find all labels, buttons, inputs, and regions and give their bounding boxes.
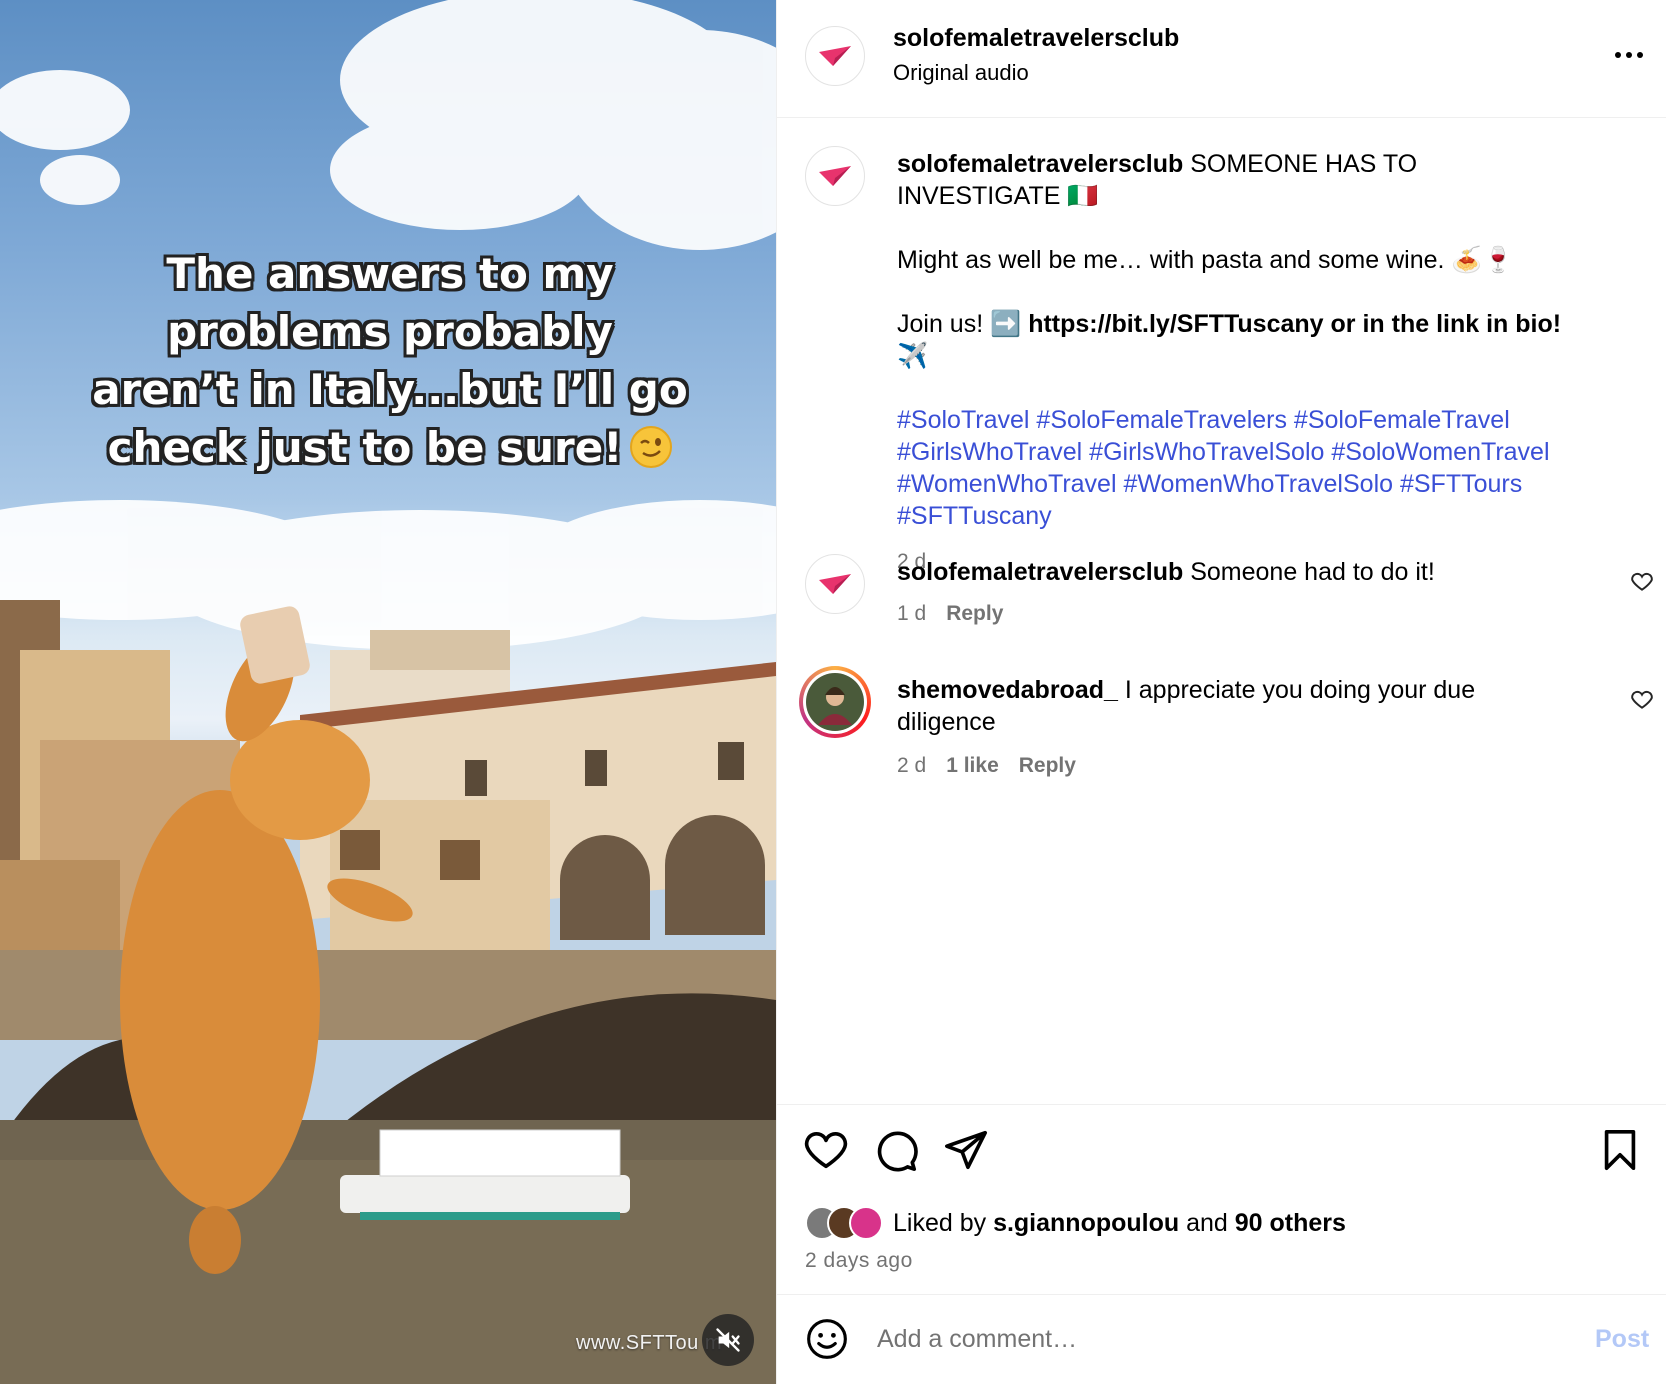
comment-meta: 1 d Reply [897,602,1003,626]
liked-by-text: Liked by s.giannopoulou and 90 others [893,1208,1346,1237]
emoji-icon[interactable] [805,1317,849,1361]
video-watermark: www.SFTTou m [576,1332,723,1354]
author-username[interactable]: solofemaletravelersclub [893,24,1179,53]
paper-plane-logo-icon [819,574,851,594]
more-dots-icon [1615,52,1643,58]
caption-username[interactable]: solofemaletravelersclub [897,150,1183,178]
overlay-line: aren’t in Italy...but I’ll go [92,365,688,414]
overlay-line: check just to be sure! [90,419,690,477]
author-avatar[interactable] [805,26,865,86]
heart-icon[interactable] [803,1127,849,1173]
like-comment-heart-icon[interactable] [1629,686,1655,712]
liked-by-row: Liked by s.giannopoulou and 90 others [805,1205,1346,1241]
comment-username[interactable]: shemovedabroad_ [897,676,1118,704]
add-comment-bar: Post [777,1294,1666,1384]
reply-button[interactable]: Reply [1019,754,1076,777]
paper-plane-logo-icon [819,166,851,186]
reel-overlay-caption: The answers to my problems probably aren… [90,245,690,477]
caption-line: Join us! ➡️ https://bit.ly/SFTTuscany or… [897,310,1562,370]
comment-meta: 2 d 1 like Reply [897,754,1076,778]
speaker-muted-icon [716,1328,740,1352]
caption-link[interactable]: https://bit.ly/SFTTuscany or in the link… [1028,310,1561,338]
caption-line: Might as well be me… with pasta and some… [897,246,1514,274]
wink-emoji-icon [630,426,673,468]
share-icon[interactable] [943,1127,989,1173]
caption-text: solofemaletravelersclub SOMEONE HAS TO I… [897,148,1587,578]
commenter-avatar[interactable] [799,666,871,738]
mute-toggle-button[interactable] [702,1314,754,1366]
comment-body: solofemaletravelersclub Someone had to d… [897,556,1577,588]
bookmark-icon[interactable] [1597,1127,1643,1173]
paper-plane-logo-icon [819,46,851,66]
like-comment-heart-icon[interactable] [1629,568,1655,594]
reel-media[interactable]: The answers to my problems probably aren… [0,0,776,1384]
post-comment-button[interactable]: Post [1595,1325,1649,1354]
caption-hashtags[interactable]: #SoloTravel #SoloFemaleTravelers #SoloFe… [897,404,1587,532]
comment-time[interactable]: 2 d [897,754,926,777]
overlay-line: problems probably [167,307,613,356]
post-detail-panel: solofemaletravelersclub Original audio s… [776,0,1666,1384]
more-options-button[interactable] [1609,40,1649,70]
post-date[interactable]: 2 days ago [805,1249,913,1273]
reply-button[interactable]: Reply [946,602,1003,625]
liker-avatar[interactable] [849,1206,883,1240]
florence-scene-image [0,0,776,1384]
liker-username[interactable]: s.giannopoulou [993,1209,1179,1237]
comment-username[interactable]: solofemaletravelersclub [897,558,1183,586]
audio-label[interactable]: Original audio [893,60,1029,86]
comment-icon[interactable] [873,1127,919,1173]
comment-likes[interactable]: 1 like [946,754,999,777]
overlay-line: The answers to my [166,249,614,298]
comment-body: shemovedabroad_ I appreciate you doing y… [897,674,1577,738]
commenter-avatar[interactable] [805,554,865,614]
others-link[interactable]: 90 others [1235,1209,1346,1237]
post-actions: Liked by s.giannopoulou and 90 others 2 … [777,1104,1666,1294]
post-header: solofemaletravelersclub Original audio [777,0,1666,118]
caption-avatar[interactable] [805,146,865,206]
comment-text: Someone had to do it! [1190,558,1435,586]
comment-input[interactable] [877,1315,1517,1363]
comment-time[interactable]: 1 d [897,602,926,625]
user-photo-icon [806,673,864,731]
